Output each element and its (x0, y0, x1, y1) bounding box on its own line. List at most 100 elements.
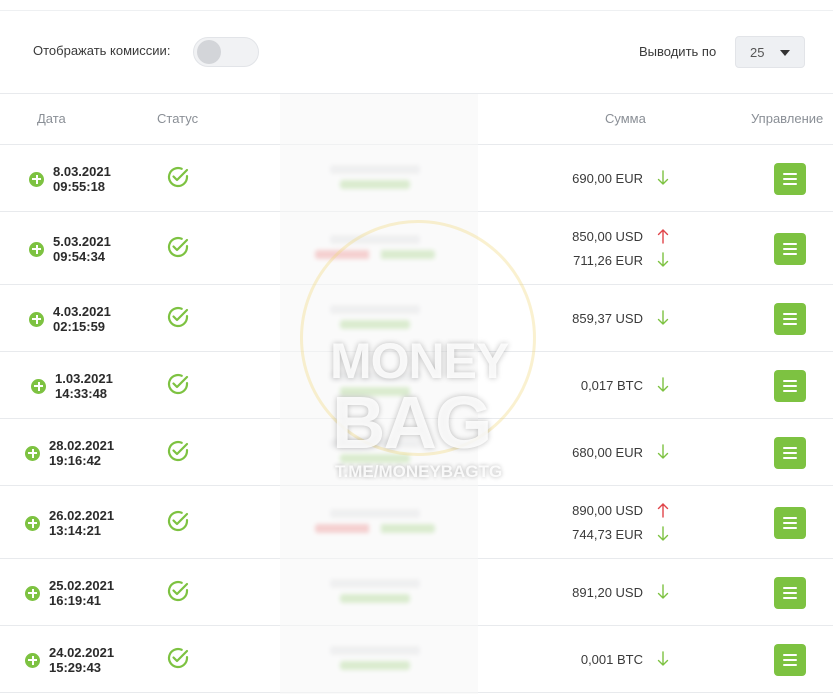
column-header-status[interactable]: Статус (157, 111, 198, 126)
menu-line (783, 446, 797, 449)
menu-line (783, 317, 797, 320)
column-header-date[interactable]: Дата (37, 111, 66, 126)
per-page-select[interactable]: 25 (735, 36, 805, 68)
chevron-down-icon (780, 50, 790, 56)
manage-button[interactable] (774, 302, 806, 335)
check-circle-icon (167, 166, 189, 187)
menu-line (783, 252, 797, 255)
per-page-value: 25 (750, 45, 765, 60)
arrow-down-icon (657, 376, 669, 392)
manage-button[interactable] (774, 162, 806, 195)
menu-line (783, 389, 797, 392)
watermark-line3: T.ME/MONEYBAGTG (335, 462, 503, 481)
manage-button[interactable] (774, 232, 806, 265)
row-datetime: 26.02.2021 13:14:21 (49, 508, 114, 538)
plus-circle-icon[interactable] (25, 585, 40, 601)
row-amount: 850,00 USD (572, 228, 643, 244)
menu-line (783, 526, 797, 529)
row-datetime: 1.03.2021 14:33:48 (55, 371, 113, 401)
menu-lines-icon (774, 163, 806, 195)
check-circle-icon (167, 510, 189, 531)
show-fees-toggle[interactable] (193, 37, 259, 67)
plus-circle-icon[interactable] (25, 445, 40, 461)
toggle-knob (197, 40, 221, 64)
row-date: 24.02.2021 (49, 644, 115, 660)
row-datetime: 28.02.2021 19:16:42 (49, 438, 114, 468)
row-date: 5.03.2021 (53, 233, 111, 249)
row-amount: 0,001 BTC (580, 651, 643, 667)
menu-line (783, 177, 797, 180)
plus-circle-icon[interactable] (29, 171, 44, 187)
row-datetime: 4.03.2021 02:15:59 (53, 304, 111, 334)
row-datetime: 25.02.2021 16:19:41 (49, 578, 114, 608)
plus-circle-icon[interactable] (29, 311, 44, 327)
menu-line (783, 586, 797, 589)
menu-line (783, 516, 797, 519)
column-header-manage: Управление (751, 111, 824, 126)
menu-line (783, 182, 797, 185)
menu-lines-icon (774, 577, 806, 609)
manage-button[interactable] (774, 369, 806, 402)
show-fees-label: Отображать комиссии: (33, 43, 171, 58)
arrow-down-icon (657, 525, 669, 541)
plus-circle-icon[interactable] (31, 378, 46, 394)
row-amount: 744,73 EUR (572, 526, 643, 542)
row-time: 02:15:59 (53, 318, 106, 334)
manage-button[interactable] (774, 436, 806, 469)
plus-circle-icon[interactable] (25, 515, 40, 531)
menu-lines-icon (774, 370, 806, 402)
row-date: 4.03.2021 (53, 303, 111, 319)
menu-line (783, 521, 797, 524)
row-amount: 680,00 EUR (572, 444, 643, 460)
watermark: MONEY BAG T.ME/MONEYBAGTG (300, 220, 540, 500)
arrow-up-icon (657, 228, 669, 244)
menu-lines-icon (774, 233, 806, 265)
menu-lines-icon (774, 437, 806, 469)
arrow-down-icon (657, 443, 669, 459)
menu-line (783, 591, 797, 594)
menu-lines-icon (774, 303, 806, 335)
per-page-label: Выводить по (639, 44, 717, 59)
row-date: 28.02.2021 (49, 437, 115, 453)
row-time: 14:33:48 (55, 385, 108, 401)
row-amount: 711,26 EUR (573, 252, 643, 268)
menu-line (783, 456, 797, 459)
menu-line (783, 322, 797, 325)
arrow-down-icon (657, 583, 669, 599)
menu-lines-icon (774, 507, 806, 539)
row-time: 15:29:43 (49, 659, 102, 675)
manage-button[interactable] (774, 576, 806, 609)
check-circle-icon (167, 306, 189, 327)
row-time: 09:54:34 (53, 248, 106, 264)
manage-button[interactable] (774, 643, 806, 676)
row-amount: 890,00 USD (572, 502, 643, 518)
row-datetime: 24.02.2021 15:29:43 (49, 645, 114, 675)
menu-line (783, 172, 797, 175)
row-datetime: 5.03.2021 09:54:34 (53, 234, 111, 264)
arrow-down-icon (657, 309, 669, 325)
check-circle-icon (167, 236, 189, 257)
column-header-amount[interactable]: Сумма (605, 111, 646, 126)
row-amount: 0,017 BTC (580, 377, 643, 393)
check-circle-icon (167, 647, 189, 668)
arrow-down-icon (657, 169, 669, 185)
menu-line (783, 658, 797, 661)
table-toolbar: Отображать комиссии: Выводить по 25 (0, 11, 833, 93)
row-amount: 690,00 EUR (572, 170, 643, 186)
row-time: 13:14:21 (49, 522, 102, 538)
check-circle-icon (167, 580, 189, 601)
row-time: 09:55:18 (53, 178, 106, 194)
manage-button[interactable] (774, 506, 806, 539)
menu-line (783, 247, 797, 250)
menu-line (783, 653, 797, 656)
menu-line (783, 242, 797, 245)
row-datetime: 8.03.2021 09:55:18 (53, 164, 111, 194)
menu-line (783, 312, 797, 315)
watermark-line2: BAG (332, 381, 492, 464)
menu-line (783, 451, 797, 454)
row-time: 19:16:42 (49, 452, 102, 468)
plus-circle-icon[interactable] (29, 241, 44, 257)
menu-line (783, 384, 797, 387)
plus-circle-icon[interactable] (25, 652, 40, 668)
row-time: 16:19:41 (49, 592, 102, 608)
